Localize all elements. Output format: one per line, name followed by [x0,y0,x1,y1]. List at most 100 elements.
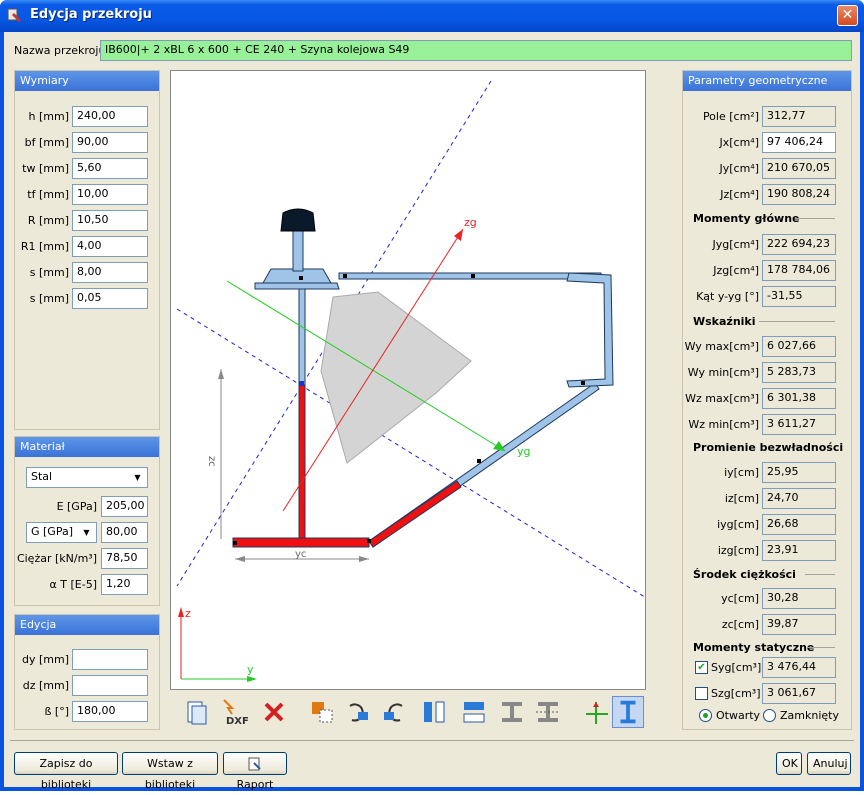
dim-field-h[interactable]: 240,00 [72,106,148,127]
szg-checkbox[interactable] [695,687,708,700]
geo-label: Jz[cm⁴] [720,188,759,201]
dim-field-tw[interactable]: 5,60 [72,158,148,179]
insert-from-library-button[interactable]: Wstaw z biblioteki [122,752,218,791]
rail-head [280,208,316,232]
zc-arrow [218,369,224,379]
dz-label: dz [mm] [22,679,69,692]
dim-label-s: s [mm] [29,266,69,279]
geo-value: 39,87 [762,614,836,635]
geo-label: Kąt y-yg [°] [696,290,759,303]
dim-field-tf[interactable]: 10,00 [72,184,148,205]
rotate-right-icon[interactable] [378,696,410,728]
alpha-field[interactable]: 1,20 [101,574,148,595]
cancel-button[interactable]: Anuluj [807,752,851,775]
ok-button[interactable]: OK [776,752,802,775]
geo-value: 3 061,67 [762,683,836,704]
dim-field-bf[interactable]: 90,00 [72,132,148,153]
geo-label: Wz max[cm³] [685,392,759,405]
title-bar[interactable]: Edycja przekroju ✕ [0,0,864,32]
geo-label: Wy max[cm³] [684,340,759,353]
dz-field[interactable] [72,675,148,696]
top-flange [338,272,602,280]
node-point [233,541,237,545]
g-combo-value: G [GPa] [31,525,74,538]
dim-field-r[interactable]: 10,50 [72,210,148,231]
divider [807,647,835,648]
geo-value: 6 301,38 [762,388,836,409]
syg-checkbox[interactable]: ✔ [695,661,708,674]
geo-label: Wz min[cm³] [688,418,759,431]
y-axis-label: y [247,663,254,676]
core-zone [320,291,472,464]
yg-arrow [493,441,505,451]
channel-section [566,272,614,388]
geo-value: 3 476,44 [762,657,836,678]
align-horizontal-icon[interactable] [496,696,528,728]
report-button[interactable]: Raport [223,752,287,791]
dimensions-panel-title: Wymiary [15,71,159,91]
divider [759,321,835,322]
geo-value: 24,70 [762,488,836,509]
centroid-node [299,381,304,386]
yc-dimension-label: yc [295,549,306,560]
dim-field-s[interactable]: 8,00 [72,262,148,283]
web-lower [298,384,306,542]
geo-value: 210 670,05 [762,158,836,179]
geo-value: 25,95 [762,462,836,483]
diagonal-plate-red [368,480,462,548]
close-button[interactable]: ✕ [837,5,858,26]
geo-value: 6 027,66 [762,336,836,357]
library-icon[interactable] [182,696,214,728]
align-vertical-icon[interactable] [532,696,564,728]
radio-open-label: Otwarty [716,709,761,722]
material-type-select[interactable]: Stal ▼ [26,467,148,488]
dy-field[interactable] [72,649,148,670]
geo-label: Jzg[cm⁴] [713,264,759,277]
node-point [299,276,303,280]
g-field[interactable]: 80,00 [101,522,148,543]
node-point [581,381,585,385]
edit-panel-title: Edycja [15,615,159,635]
section-name-input[interactable]: IB600|+ 2 xBL 6 x 600 + CE 240 + Szyna k… [100,40,852,61]
geo-label: Wy min[cm³] [687,366,759,379]
divider [795,218,835,219]
radio-closed[interactable] [763,709,776,722]
axes-icon[interactable] [580,696,612,728]
yc-arrow-left [235,556,245,562]
geo-label: izg[cm] [717,544,759,557]
radio-open[interactable] [699,709,712,722]
rotate-left-icon[interactable] [342,696,374,728]
geo-value: 30,28 [762,588,836,609]
material-panel-title: Materiał [15,437,159,457]
dim-label-tw: tw [mm] [22,162,69,175]
mirror-horizontal-icon[interactable] [458,696,490,728]
rail-foot [254,282,340,290]
geo-label: Syg[cm³] [711,661,762,674]
section-view-icon[interactable] [612,696,644,728]
dim-label-tf: tf [mm] [27,188,69,201]
z-axis-label: z [185,607,191,620]
section-canvas[interactable]: zg yg zc yc z y [170,70,662,690]
bottom-flange [232,537,370,548]
geometry-panel: Parametry geometryczne Pole [cm²] 312,77… [682,70,852,730]
weight-field[interactable]: 78,50 [101,548,148,569]
yc-arrow-right [359,556,369,562]
dim-field-s2[interactable]: 0,05 [72,288,148,309]
move-icon[interactable] [306,696,338,728]
center-heading: Środek ciężkości [693,568,796,581]
web-upper [298,284,306,386]
geo-label: Jyg[cm⁴] [712,238,760,251]
dim-field-r1[interactable]: 4,00 [72,236,148,257]
delete-icon[interactable] [258,696,290,728]
dim-label-r1: R1 [mm] [20,240,69,253]
g-combo-select[interactable]: G [GPa] ▼ [26,522,97,543]
geo-value: 3 611,27 [762,414,836,435]
chevron-down-icon: ▼ [134,473,141,482]
save-to-library-button[interactable]: Zapisz do biblioteki [14,752,118,791]
e-field[interactable]: 205,00 [101,496,148,517]
dxf-import-icon[interactable]: DXF [218,696,250,728]
beta-field[interactable]: 180,00 [72,701,148,722]
edit-panel: Edycja dy [mm] dz [mm] ß [°] 180,00 [14,614,160,730]
node-point [367,539,371,543]
mirror-vertical-icon[interactable] [418,696,450,728]
